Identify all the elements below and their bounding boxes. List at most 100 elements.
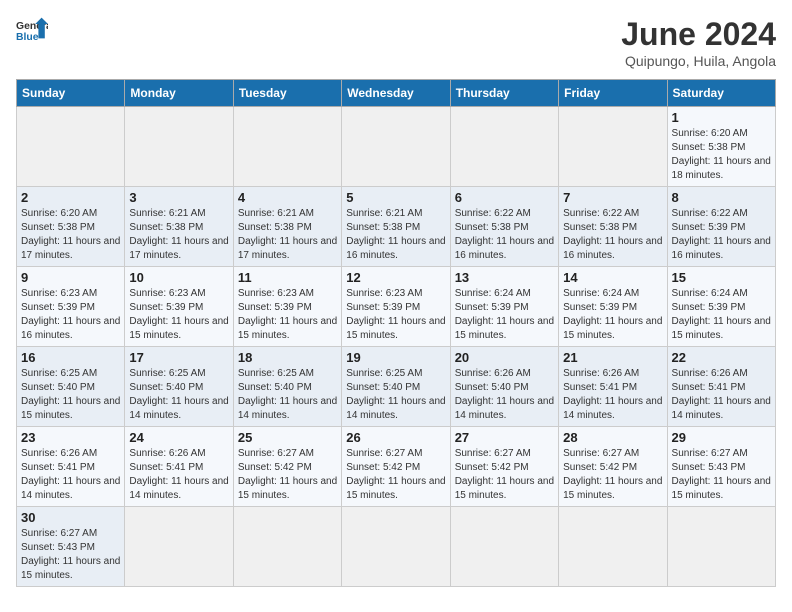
day-info: Sunrise: 6:27 AMSunset: 5:42 PMDaylight:… xyxy=(346,447,445,503)
calendar-cell: 26 Sunrise: 6:27 AMSunset: 5:42 PMDayligh… xyxy=(342,427,450,507)
day-info: Sunrise: 6:23 AMSunset: 5:39 PMDaylight:… xyxy=(238,287,337,343)
day-info: Sunrise: 6:26 AMSunset: 5:41 PMDaylight:… xyxy=(672,367,771,423)
day-info: Sunrise: 6:26 AMSunset: 5:41 PMDaylight:… xyxy=(129,447,228,503)
day-number: 6 xyxy=(455,190,554,205)
svg-text:Blue: Blue xyxy=(16,32,39,43)
day-info: Sunrise: 6:20 AMSunset: 5:38 PMDaylight:… xyxy=(672,127,771,183)
day-number: 5 xyxy=(346,190,445,205)
day-number: 14 xyxy=(563,270,662,285)
day-info: Sunrise: 6:25 AMSunset: 5:40 PMDaylight:… xyxy=(129,367,228,423)
calendar-cell: 25Sunrise: 6:27 AMSunset: 5:42 PMDayligh… xyxy=(233,427,341,507)
day-info: Sunrise: 6:27 AMSunset: 5:43 PMDaylight:… xyxy=(21,527,120,583)
day-info: Sunrise: 6:22 AMSunset: 5:39 PMDaylight:… xyxy=(672,207,771,263)
location-subtitle: Quipungo, Huila, Angola xyxy=(621,53,776,69)
day-info: Sunrise: 6:26 AMSunset: 5:41 PMDaylight:… xyxy=(21,447,120,503)
calendar-cell: 1 Sunrise: 6:20 AMSunset: 5:38 PMDaylight… xyxy=(667,107,775,187)
day-number: 30 xyxy=(21,510,120,525)
weekday-header-wednesday: Wednesday xyxy=(342,80,450,107)
calendar-cell xyxy=(233,507,341,587)
day-info: Sunrise: 6:26 AMSunset: 5:41 PMDaylight:… xyxy=(563,367,662,423)
day-info: Sunrise: 6:24 AMSunset: 5:39 PMDaylight:… xyxy=(563,287,662,343)
calendar-cell: 27 Sunrise: 6:27 AMSunset: 5:42 PMDayligh… xyxy=(450,427,558,507)
week-row-4: 16 Sunrise: 6:25 AMSunset: 5:40 PMDayligh… xyxy=(17,347,776,427)
calendar-cell xyxy=(125,507,233,587)
day-number: 19 xyxy=(346,350,445,365)
calendar-cell: 3Sunrise: 6:21 AMSunset: 5:38 PMDaylight… xyxy=(125,187,233,267)
calendar-cell: 22 Sunrise: 6:26 AMSunset: 5:41 PMDayligh… xyxy=(667,347,775,427)
weekday-header-saturday: Saturday xyxy=(667,80,775,107)
day-info: Sunrise: 6:21 AMSunset: 5:38 PMDaylight:… xyxy=(238,207,337,263)
day-info: Sunrise: 6:21 AMSunset: 5:38 PMDaylight:… xyxy=(129,207,228,263)
day-number: 2 xyxy=(21,190,120,205)
calendar-cell: 28Sunrise: 6:27 AMSunset: 5:42 PMDayligh… xyxy=(559,427,667,507)
calendar-cell: 29 Sunrise: 6:27 AMSunset: 5:43 PMDayligh… xyxy=(667,427,775,507)
week-row-1: 1 Sunrise: 6:20 AMSunset: 5:38 PMDaylight… xyxy=(17,107,776,187)
day-info: Sunrise: 6:27 AMSunset: 5:42 PMDaylight:… xyxy=(455,447,554,503)
calendar-cell xyxy=(667,507,775,587)
calendar-cell: 11 Sunrise: 6:23 AMSunset: 5:39 PMDayligh… xyxy=(233,267,341,347)
day-info: Sunrise: 6:22 AMSunset: 5:38 PMDaylight:… xyxy=(455,207,554,263)
day-info: Sunrise: 6:25 AMSunset: 5:40 PMDaylight:… xyxy=(346,367,445,423)
day-number: 24 xyxy=(129,430,228,445)
calendar-cell: 24 Sunrise: 6:26 AMSunset: 5:41 PMDayligh… xyxy=(125,427,233,507)
calendar-cell xyxy=(342,507,450,587)
calendar-cell: 7 Sunrise: 6:22 AMSunset: 5:38 PMDaylight… xyxy=(559,187,667,267)
week-row-2: 2Sunrise: 6:20 AMSunset: 5:38 PMDaylight… xyxy=(17,187,776,267)
day-info: Sunrise: 6:27 AMSunset: 5:42 PMDaylight:… xyxy=(563,447,662,503)
weekday-header-monday: Monday xyxy=(125,80,233,107)
weekday-header-tuesday: Tuesday xyxy=(233,80,341,107)
day-number: 8 xyxy=(672,190,771,205)
calendar-cell: 14 Sunrise: 6:24 AMSunset: 5:39 PMDayligh… xyxy=(559,267,667,347)
day-number: 11 xyxy=(238,270,337,285)
day-info: Sunrise: 6:27 AMSunset: 5:43 PMDaylight:… xyxy=(672,447,771,503)
day-number: 17 xyxy=(129,350,228,365)
calendar-cell: 9Sunrise: 6:23 AMSunset: 5:39 PMDaylight… xyxy=(17,267,125,347)
day-info: Sunrise: 6:23 AMSunset: 5:39 PMDaylight:… xyxy=(346,287,445,343)
day-number: 1 xyxy=(672,110,771,125)
day-info: Sunrise: 6:23 AMSunset: 5:39 PMDaylight:… xyxy=(129,287,228,343)
calendar-cell: 2Sunrise: 6:20 AMSunset: 5:38 PMDaylight… xyxy=(17,187,125,267)
day-number: 27 xyxy=(455,430,554,445)
day-number: 10 xyxy=(129,270,228,285)
calendar-cell: 8 Sunrise: 6:22 AMSunset: 5:39 PMDaylight… xyxy=(667,187,775,267)
day-info: Sunrise: 6:21 AMSunset: 5:38 PMDaylight:… xyxy=(346,207,445,263)
day-number: 26 xyxy=(346,430,445,445)
day-number: 22 xyxy=(672,350,771,365)
month-title: June 2024 xyxy=(621,16,776,53)
calendar-table: SundayMondayTuesdayWednesdayThursdayFrid… xyxy=(16,79,776,587)
day-info: Sunrise: 6:22 AMSunset: 5:38 PMDaylight:… xyxy=(563,207,662,263)
day-number: 4 xyxy=(238,190,337,205)
logo-icon: General Blue xyxy=(16,16,48,44)
day-number: 9 xyxy=(21,270,120,285)
calendar-cell: 13Sunrise: 6:24 AMSunset: 5:39 PMDayligh… xyxy=(450,267,558,347)
calendar-cell: 23 Sunrise: 6:26 AMSunset: 5:41 PMDayligh… xyxy=(17,427,125,507)
day-number: 25 xyxy=(238,430,337,445)
calendar-cell: 16 Sunrise: 6:25 AMSunset: 5:40 PMDayligh… xyxy=(17,347,125,427)
calendar-cell xyxy=(450,107,558,187)
calendar-cell: 15Sunrise: 6:24 AMSunset: 5:39 PMDayligh… xyxy=(667,267,775,347)
calendar-cell xyxy=(125,107,233,187)
day-number: 12 xyxy=(346,270,445,285)
day-info: Sunrise: 6:24 AMSunset: 5:39 PMDaylight:… xyxy=(455,287,554,343)
calendar-cell xyxy=(17,107,125,187)
weekday-header-sunday: Sunday xyxy=(17,80,125,107)
week-row-5: 23 Sunrise: 6:26 AMSunset: 5:41 PMDayligh… xyxy=(17,427,776,507)
calendar-cell: 10 Sunrise: 6:23 AMSunset: 5:39 PMDayligh… xyxy=(125,267,233,347)
weekday-header-friday: Friday xyxy=(559,80,667,107)
calendar-cell: 30 Sunrise: 6:27 AMSunset: 5:43 PMDayligh… xyxy=(17,507,125,587)
calendar-cell: 21 Sunrise: 6:26 AMSunset: 5:41 PMDayligh… xyxy=(559,347,667,427)
calendar-cell: 17 Sunrise: 6:25 AMSunset: 5:40 PMDayligh… xyxy=(125,347,233,427)
day-number: 16 xyxy=(21,350,120,365)
calendar-cell xyxy=(559,107,667,187)
week-row-3: 9 Sunrise: 6:23 AMSunset: 5:39 PMDaylight… xyxy=(17,267,776,347)
day-number: 29 xyxy=(672,430,771,445)
day-number: 15 xyxy=(672,270,771,285)
calendar-cell: 6 Sunrise: 6:22 AMSunset: 5:38 PMDaylight… xyxy=(450,187,558,267)
calendar-cell xyxy=(450,507,558,587)
day-number: 21 xyxy=(563,350,662,365)
day-number: 23 xyxy=(21,430,120,445)
day-number: 7 xyxy=(563,190,662,205)
day-info: Sunrise: 6:25 AMSunset: 5:40 PMDaylight:… xyxy=(21,367,120,423)
logo: General Blue xyxy=(16,16,48,44)
day-info: Sunrise: 6:26 AMSunset: 5:40 PMDaylight:… xyxy=(455,367,554,423)
